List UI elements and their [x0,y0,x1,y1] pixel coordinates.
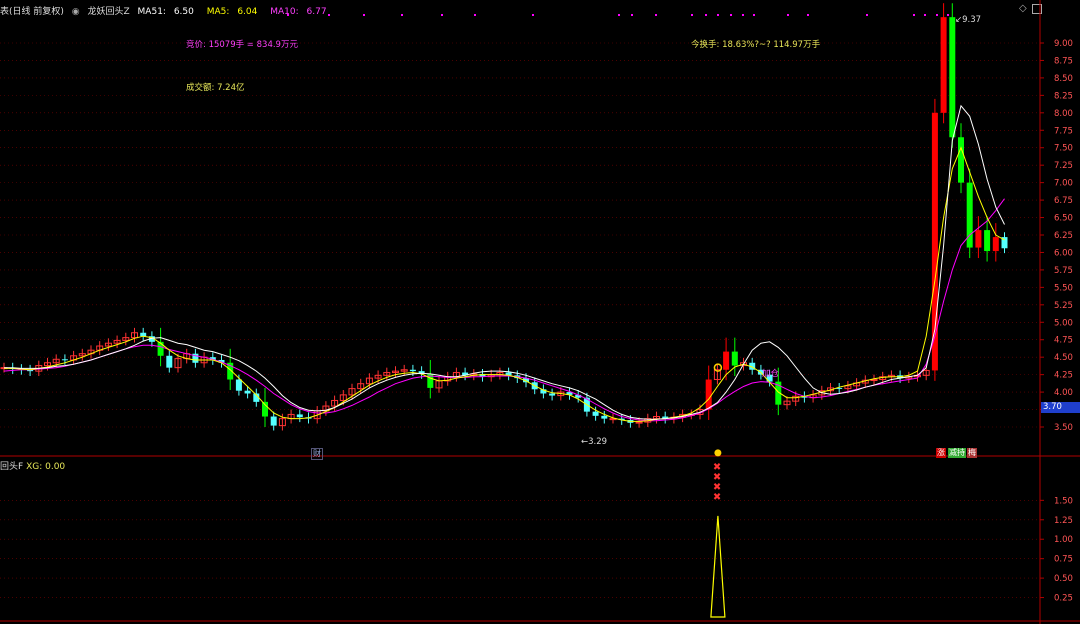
sub-axis-tick-label: 1.00 [1054,535,1073,545]
axis-tick-label: 8.50 [1054,74,1073,84]
candle-body [975,230,982,248]
candle-body [409,369,416,372]
axis-tick-label: 5.25 [1054,301,1073,311]
event-dot-icon [924,14,926,16]
chart-extras [287,14,949,372]
current-price-box: 3.70 [1041,402,1080,413]
signal-spike [710,515,726,618]
sub-axis-tick-label: 0.50 [1054,574,1073,584]
ma10-line [3,198,1005,422]
event-dot-icon [691,14,693,16]
candle-body [244,390,251,394]
sub-axis-tick-label: 0.25 [1054,594,1073,604]
xg-label: XG: [26,462,43,472]
high-price-marker: ↙9.37 [955,15,982,25]
sub-grid: 1.501.251.000.750.500.25✖✖✖✖ [0,449,1073,618]
reduce-holding-tag[interactable]: 减持 [948,448,966,458]
candle-body [270,416,277,426]
candle-body [635,421,643,424]
event-dot-icon [730,14,732,16]
axis-tick-label: 9.00 [1054,39,1073,49]
axis-tick-label: 3.50 [1054,423,1073,433]
axis-tick-label: 4.00 [1054,388,1073,398]
axis-tick-label: 5.75 [1054,266,1073,276]
axis-tick-label: 6.00 [1054,248,1073,258]
axis-tick-label: 4.50 [1054,353,1073,363]
price-axis: 9.00 8.75 8.50 8.25 8.00 7.75 7.50 7.25 7.00 6.75… [1040,39,1073,433]
event-dot-icon [474,14,476,16]
axis-tick-label: 7.00 [1054,179,1073,189]
axis-tick-label: 7.75 [1054,126,1073,136]
axis-tick-label: 8.00 [1054,109,1073,119]
limit-up-tag[interactable]: 涨 [936,448,946,458]
candle-body [984,230,991,252]
candle-body [931,112,938,371]
candle-body [958,137,964,183]
event-dot-icon [717,14,719,16]
signal-marker-icon: ✖ [713,492,721,503]
event-dot-icon [532,14,534,16]
candle-body [992,237,999,252]
event-dot-icon [618,14,620,16]
candle-body [723,351,730,370]
event-dot-icon [287,14,289,16]
axis-tick-label: 6.25 [1054,231,1073,241]
sub-axis-tick-label: 1.25 [1054,516,1073,526]
event-dot-icon [328,14,330,16]
signal-dot-icon [714,449,722,457]
price-chart[interactable]: 1.501.251.000.750.500.25✖✖✖✖ 9.008.758.5… [0,0,1080,624]
sub-axis-tick-label: 1.50 [1054,496,1073,506]
candle-body [705,379,712,410]
candle-body [166,355,173,368]
low-price-marker: ←3.29 [581,437,608,447]
axis-tick-label: 7.50 [1054,144,1073,154]
candle-body [296,414,303,418]
event-dot-icon [936,14,938,16]
event-dot-icon [753,14,755,16]
candle-body [601,415,608,419]
axis-tick-label: 6.50 [1054,214,1073,224]
candle-body [61,359,68,361]
axis-tick-label: 8.75 [1054,56,1073,66]
event-dot-icon [401,14,403,16]
sub-axis-tick-label: 0.75 [1054,555,1073,565]
sub-panel-title[interactable]: 回头F [0,462,23,472]
axis-tick-label: 4.25 [1054,371,1073,381]
mei-tag[interactable]: 梅 [967,448,977,458]
event-dot-icon [363,14,365,16]
candle-body [592,411,599,416]
event-dot-icon [441,14,443,16]
axis-tick-label: 5.00 [1054,318,1073,328]
event-dot-icon [631,14,633,16]
axis-tick-label: 8.25 [1054,91,1073,101]
candle-body [549,393,556,396]
candle-body [731,351,738,366]
axis-tick-label: 5.50 [1054,283,1073,293]
candle-body [940,17,947,113]
finance-tag[interactable]: 财 [311,448,323,460]
event-dot-icon [913,14,915,16]
event-dot-icon [705,14,707,16]
event-dot-icon [947,14,949,16]
ma51-line [4,104,1005,420]
candles-group [0,3,1008,431]
axis-tick-label: 7.25 [1054,161,1073,171]
ma-lines-group [3,104,1005,422]
event-dot-icon [655,14,657,16]
price-grid [0,0,1080,624]
ma5-line [4,146,1005,422]
candle-body [157,341,164,356]
event-dot-icon [742,14,744,16]
event-dot-icon [787,14,789,16]
axis-tick-label: 6.75 [1054,196,1073,206]
candle-body [949,17,956,138]
axis-tick-label: 4.75 [1054,336,1073,346]
xg-value: 0.00 [45,462,66,472]
candle-body [235,379,242,391]
pattern-label: 加仓 [762,369,780,379]
event-dot-icon [866,14,868,16]
event-dot-icon [807,14,809,16]
sub-panel-header: 回头F XG: 0.00 [0,459,65,472]
